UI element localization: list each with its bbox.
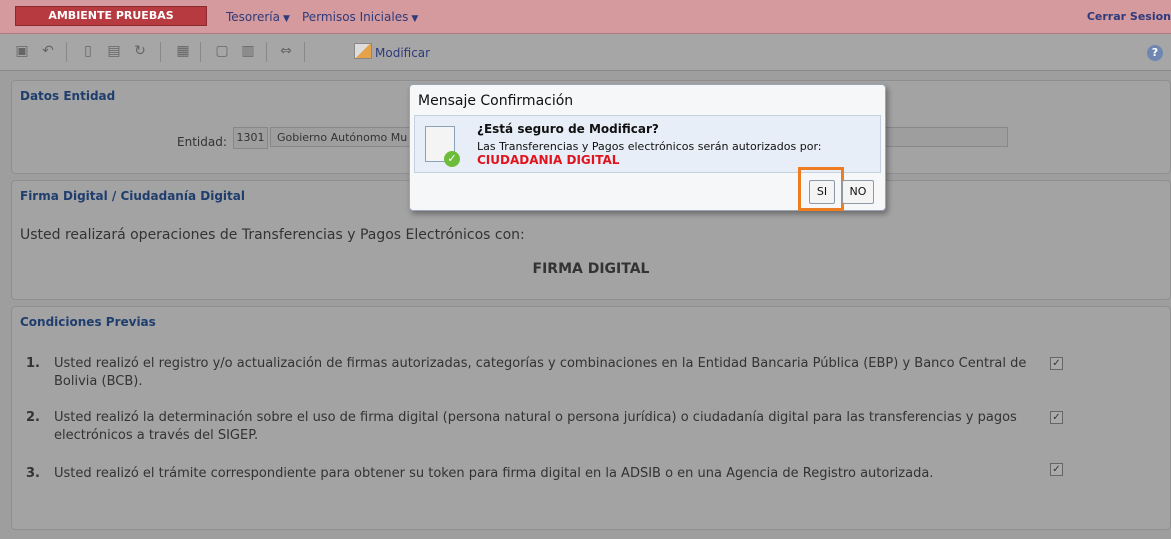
- conditions-panel-title: Condiciones Previas: [20, 315, 156, 329]
- menu-tesoreria-label: Tesorería: [226, 10, 280, 24]
- report-icon[interactable]: ▢: [214, 43, 230, 59]
- environment-badge: AMBIENTE PRUEBAS: [15, 6, 207, 26]
- dialog-info: Las Transferencias y Pagos electrónicos …: [477, 140, 822, 153]
- condition-number: 1.: [26, 356, 40, 371]
- dialog-highlight: CIUDADANIA DIGITAL: [477, 153, 620, 167]
- condition-number: 2.: [26, 410, 40, 425]
- condition-checkbox[interactable]: ✓: [1050, 411, 1063, 424]
- new-document-icon[interactable]: ▯: [80, 43, 96, 59]
- save-icon[interactable]: ▤: [106, 43, 122, 59]
- home-icon[interactable]: ▣: [14, 43, 30, 59]
- document-check-icon: ✓: [425, 126, 460, 167]
- condition-number: 3.: [26, 466, 40, 481]
- condition-item: 3. Usted realizó el trámite correspondie…: [26, 465, 1046, 483]
- logout-link[interactable]: Cerrar Sesion: [1087, 10, 1171, 23]
- modify-button[interactable]: Modificar: [354, 43, 430, 60]
- undo-icon[interactable]: ↶: [40, 43, 56, 59]
- toolbar-divider: [66, 42, 67, 62]
- signature-panel-title: Firma Digital / Ciudadanía Digital: [20, 189, 245, 203]
- toolbar-divider: [200, 42, 201, 62]
- signature-mode: FIRMA DIGITAL: [532, 261, 650, 277]
- condition-text: Usted realizó la determinación sobre el …: [54, 410, 1017, 443]
- condition-checkbox[interactable]: ✓: [1050, 357, 1063, 370]
- condition-item: 2. Usted realizó la determinación sobre …: [26, 409, 1046, 445]
- check-icon: ✓: [444, 151, 460, 167]
- export-icon[interactable]: ▥: [240, 43, 256, 59]
- dialog-title: Mensaje Confirmación: [418, 93, 574, 109]
- refresh-icon[interactable]: ↻: [132, 43, 148, 59]
- modify-label: Modificar: [375, 46, 431, 60]
- condition-text: Usted realizó el trámite correspondiente…: [54, 466, 934, 481]
- menu-permisos-iniciales[interactable]: Permisos Iniciales ▼: [302, 10, 418, 24]
- dialog-question: ¿Está seguro de Modificar?: [477, 122, 659, 136]
- menu-permisos-label: Permisos Iniciales: [302, 10, 409, 24]
- print-icon[interactable]: ▦: [175, 43, 191, 59]
- condition-text: Usted realizó el registro y/o actualizac…: [54, 356, 1027, 389]
- dialog-body: ✓ ¿Está seguro de Modificar? Las Transfe…: [414, 115, 881, 173]
- chevron-down-icon: ▼: [411, 14, 419, 24]
- expand-icon[interactable]: ⇔: [278, 43, 294, 59]
- entity-label: Entidad:: [177, 135, 227, 149]
- toolbar-divider: [160, 42, 161, 62]
- entity-code-field: 1301: [233, 127, 268, 149]
- menu-tesoreria[interactable]: Tesorería ▼: [226, 10, 290, 24]
- confirmation-dialog: Mensaje Confirmación ✓ ¿Está seguro de M…: [409, 84, 886, 211]
- condition-checkbox[interactable]: ✓: [1050, 463, 1063, 476]
- yes-button[interactable]: SI: [809, 180, 835, 204]
- toolbar-divider: [266, 42, 267, 62]
- entity-panel-title: Datos Entidad: [20, 89, 116, 103]
- toolbar-divider: [304, 42, 305, 62]
- help-icon[interactable]: ?: [1147, 45, 1163, 61]
- top-bar: AMBIENTE PRUEBAS Tesorería ▼ Permisos Ini…: [0, 0, 1171, 34]
- chevron-down-icon: ▼: [282, 14, 290, 24]
- no-button[interactable]: NO: [842, 180, 874, 204]
- conditions-panel: Condiciones Previas 1. Usted realizó el …: [11, 306, 1171, 530]
- condition-item: 1. Usted realizó el registro y/o actuali…: [26, 355, 1046, 391]
- signature-description: Usted realizará operaciones de Transfere…: [20, 227, 525, 243]
- toolbar: ▣ ↶ ▯ ▤ ↻ ▦ ▢ ▥ ⇔ Modificar: [0, 34, 1171, 71]
- pencil-icon: [354, 43, 372, 59]
